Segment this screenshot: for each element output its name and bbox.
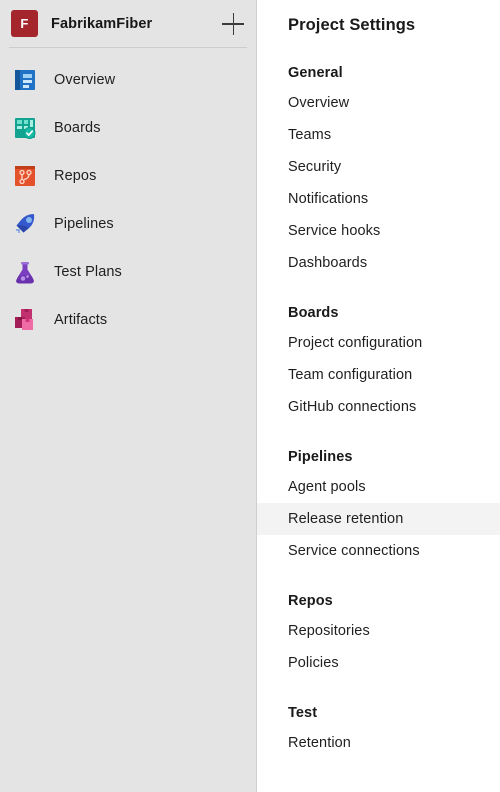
settings-group-pipelines: Pipelines Agent pools Release retention … <box>257 449 500 567</box>
settings-panel: Project Settings General Overview Teams … <box>257 0 500 792</box>
sidebar-item-label: Test Plans <box>54 264 122 280</box>
group-header: Pipelines <box>288 449 353 465</box>
page-title: Project Settings <box>288 16 416 34</box>
settings-link-release-retention[interactable]: Release retention <box>257 503 500 535</box>
artifacts-icon <box>11 306 39 334</box>
group-items: Agent pools Release retention Service co… <box>257 471 500 567</box>
settings-group-boards: Boards Project configuration Team config… <box>257 305 500 423</box>
settings-link-security[interactable]: Security <box>257 151 500 183</box>
rail-nav: Overview Boards Repos Pipelines Test Pla… <box>0 48 256 344</box>
project-rail: F FabrikamFiber Overview Boards Repos Pi… <box>0 0 257 792</box>
settings-link-retention[interactable]: Retention <box>257 727 500 759</box>
sidebar-item-label: Boards <box>54 120 101 136</box>
settings-link-policies[interactable]: Policies <box>257 647 500 679</box>
settings-link-project-configuration[interactable]: Project configuration <box>257 327 500 359</box>
settings-link-dashboards[interactable]: Dashboards <box>257 247 500 279</box>
project-avatar: F <box>11 10 38 37</box>
settings-link-overview[interactable]: Overview <box>257 87 500 119</box>
group-items: Retention <box>257 727 500 759</box>
group-items: Overview Teams Security Notifications Se… <box>257 87 500 279</box>
settings-link-agent-pools[interactable]: Agent pools <box>257 471 500 503</box>
sidebar-item-artifacts[interactable]: Artifacts <box>0 296 256 344</box>
overview-icon <box>11 66 39 94</box>
sidebar-item-label: Overview <box>54 72 116 88</box>
group-header: Test <box>288 705 318 721</box>
settings-link-repositories[interactable]: Repositories <box>257 615 500 647</box>
group-header: Boards <box>288 305 339 321</box>
group-items: Repositories Policies <box>257 615 500 679</box>
settings-group-repos: Repos Repositories Policies <box>257 593 500 679</box>
settings-group-test: Test Retention <box>257 705 500 759</box>
sidebar-item-label: Repos <box>54 168 97 184</box>
project-header[interactable]: F FabrikamFiber <box>0 0 256 47</box>
pipelines-icon <box>11 210 39 238</box>
add-new-icon[interactable] <box>222 12 244 35</box>
sidebar-item-pipelines[interactable]: Pipelines <box>0 200 256 248</box>
settings-link-service-connections[interactable]: Service connections <box>257 535 500 567</box>
settings-group-general: General Overview Teams Security Notifica… <box>257 65 500 279</box>
sidebar-item-label: Artifacts <box>54 312 108 328</box>
project-settings-page: F FabrikamFiber Overview Boards Repos Pi… <box>0 0 500 792</box>
settings-link-service-hooks[interactable]: Service hooks <box>257 215 500 247</box>
boards-icon <box>11 114 39 142</box>
settings-link-notifications[interactable]: Notifications <box>257 183 500 215</box>
sidebar-item-label: Pipelines <box>54 216 114 232</box>
project-name: FabrikamFiber <box>51 15 153 32</box>
sidebar-item-boards[interactable]: Boards <box>0 104 256 152</box>
test-plans-icon <box>11 258 39 286</box>
repos-icon <box>11 162 39 190</box>
sidebar-item-repos[interactable]: Repos <box>0 152 256 200</box>
settings-link-teams[interactable]: Teams <box>257 119 500 151</box>
group-items: Project configuration Team configuration… <box>257 327 500 423</box>
sidebar-item-test-plans[interactable]: Test Plans <box>0 248 256 296</box>
sidebar-item-overview[interactable]: Overview <box>0 56 256 104</box>
group-header: General <box>288 65 343 81</box>
settings-link-team-configuration[interactable]: Team configuration <box>257 359 500 391</box>
group-header: Repos <box>288 593 333 609</box>
settings-link-github-connections[interactable]: GitHub connections <box>257 391 500 423</box>
